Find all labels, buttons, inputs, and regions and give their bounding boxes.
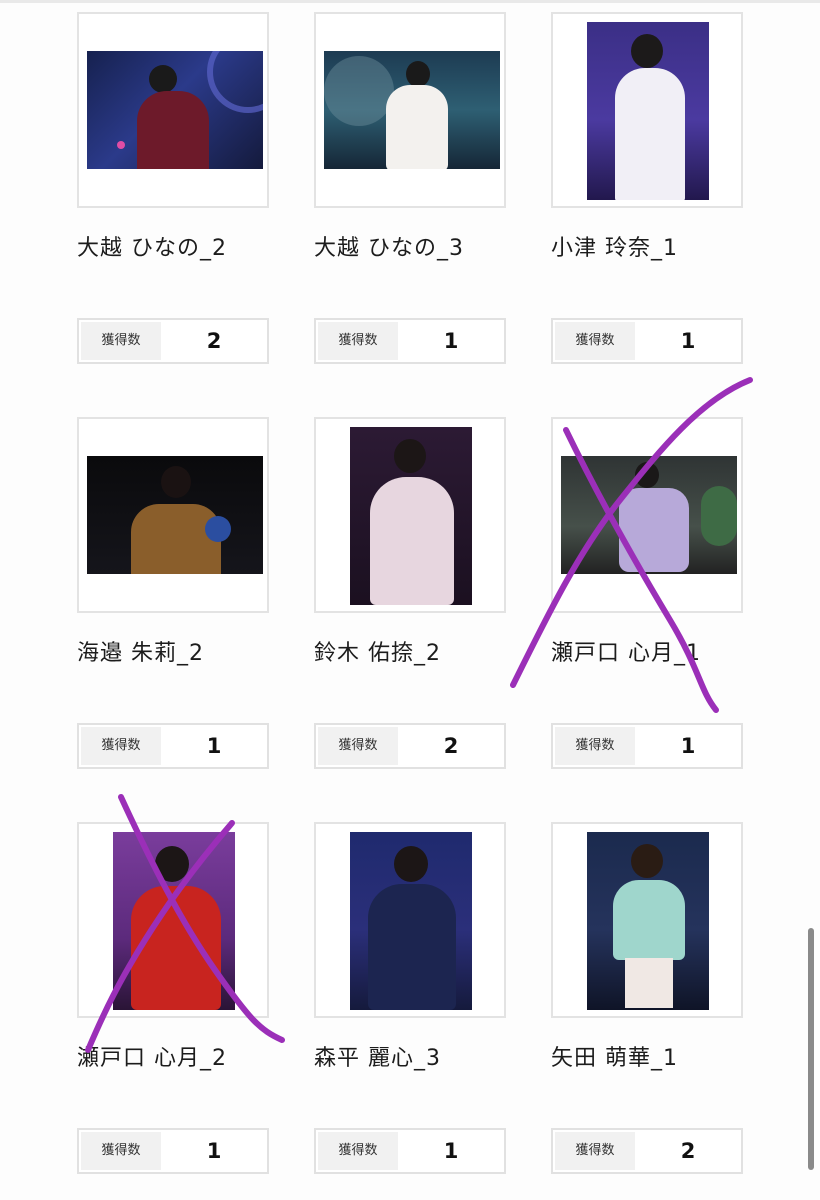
acquired-count: 獲得数 1: [77, 723, 269, 769]
acquired-count-value: 2: [680, 1139, 696, 1163]
member-photo: [113, 832, 235, 1010]
card-name: 大越 ひなの_2: [77, 236, 227, 261]
top-divider: [0, 0, 820, 3]
member-photo: [350, 832, 472, 1010]
photo-frame[interactable]: [77, 822, 269, 1018]
acquired-count-value: 1: [680, 329, 696, 353]
acquired-count-label: 獲得数: [318, 727, 398, 765]
member-photo: [587, 832, 709, 1010]
photo-frame[interactable]: [77, 417, 269, 613]
member-photo: [87, 51, 263, 169]
card-name: 鈴木 佑捺_2: [314, 641, 441, 666]
acquired-count-label: 獲得数: [318, 322, 398, 360]
member-photo: [324, 51, 500, 169]
card-name: 海邉 朱莉_2: [77, 641, 204, 666]
photo-frame[interactable]: [314, 822, 506, 1018]
card-name: 矢田 萌華_1: [551, 1046, 678, 1071]
photo-frame[interactable]: [314, 417, 506, 613]
acquired-count: 獲得数 1: [314, 1128, 506, 1174]
photo-frame[interactable]: [551, 12, 743, 208]
acquired-count-label: 獲得数: [81, 1132, 161, 1170]
acquired-count: 獲得数 2: [314, 723, 506, 769]
acquired-count-value: 1: [443, 329, 459, 353]
photo-frame[interactable]: [551, 417, 743, 613]
acquired-count-value: 1: [443, 1139, 459, 1163]
acquired-count-label: 獲得数: [318, 1132, 398, 1170]
photo-frame[interactable]: [314, 12, 506, 208]
member-photo: [561, 456, 737, 574]
member-photo: [587, 22, 709, 200]
acquired-count: 獲得数 1: [314, 318, 506, 364]
acquired-count-label: 獲得数: [555, 727, 635, 765]
acquired-count-label: 獲得数: [555, 1132, 635, 1170]
scrollbar[interactable]: [808, 928, 814, 1170]
acquired-count: 獲得数 2: [77, 318, 269, 364]
card-name: 瀬戸口 心月_2: [77, 1046, 227, 1071]
acquired-count: 獲得数 1: [551, 318, 743, 364]
member-photo: [350, 427, 472, 605]
acquired-count-value: 2: [443, 734, 459, 758]
acquired-count-value: 1: [206, 1139, 222, 1163]
member-photo: [87, 456, 263, 574]
photo-frame[interactable]: [551, 822, 743, 1018]
acquired-count-value: 1: [680, 734, 696, 758]
card-name: 小津 玲奈_1: [551, 236, 678, 261]
acquired-count-label: 獲得数: [81, 322, 161, 360]
acquired-count-value: 2: [206, 329, 222, 353]
acquired-count: 獲得数 1: [551, 723, 743, 769]
card-name: 森平 麗心_3: [314, 1046, 441, 1071]
acquired-count: 獲得数 2: [551, 1128, 743, 1174]
card-name: 大越 ひなの_3: [314, 236, 464, 261]
acquired-count-label: 獲得数: [81, 727, 161, 765]
card-name: 瀬戸口 心月_1: [551, 641, 701, 666]
acquired-count-value: 1: [206, 734, 222, 758]
photo-frame[interactable]: [77, 12, 269, 208]
acquired-count-label: 獲得数: [555, 322, 635, 360]
acquired-count: 獲得数 1: [77, 1128, 269, 1174]
